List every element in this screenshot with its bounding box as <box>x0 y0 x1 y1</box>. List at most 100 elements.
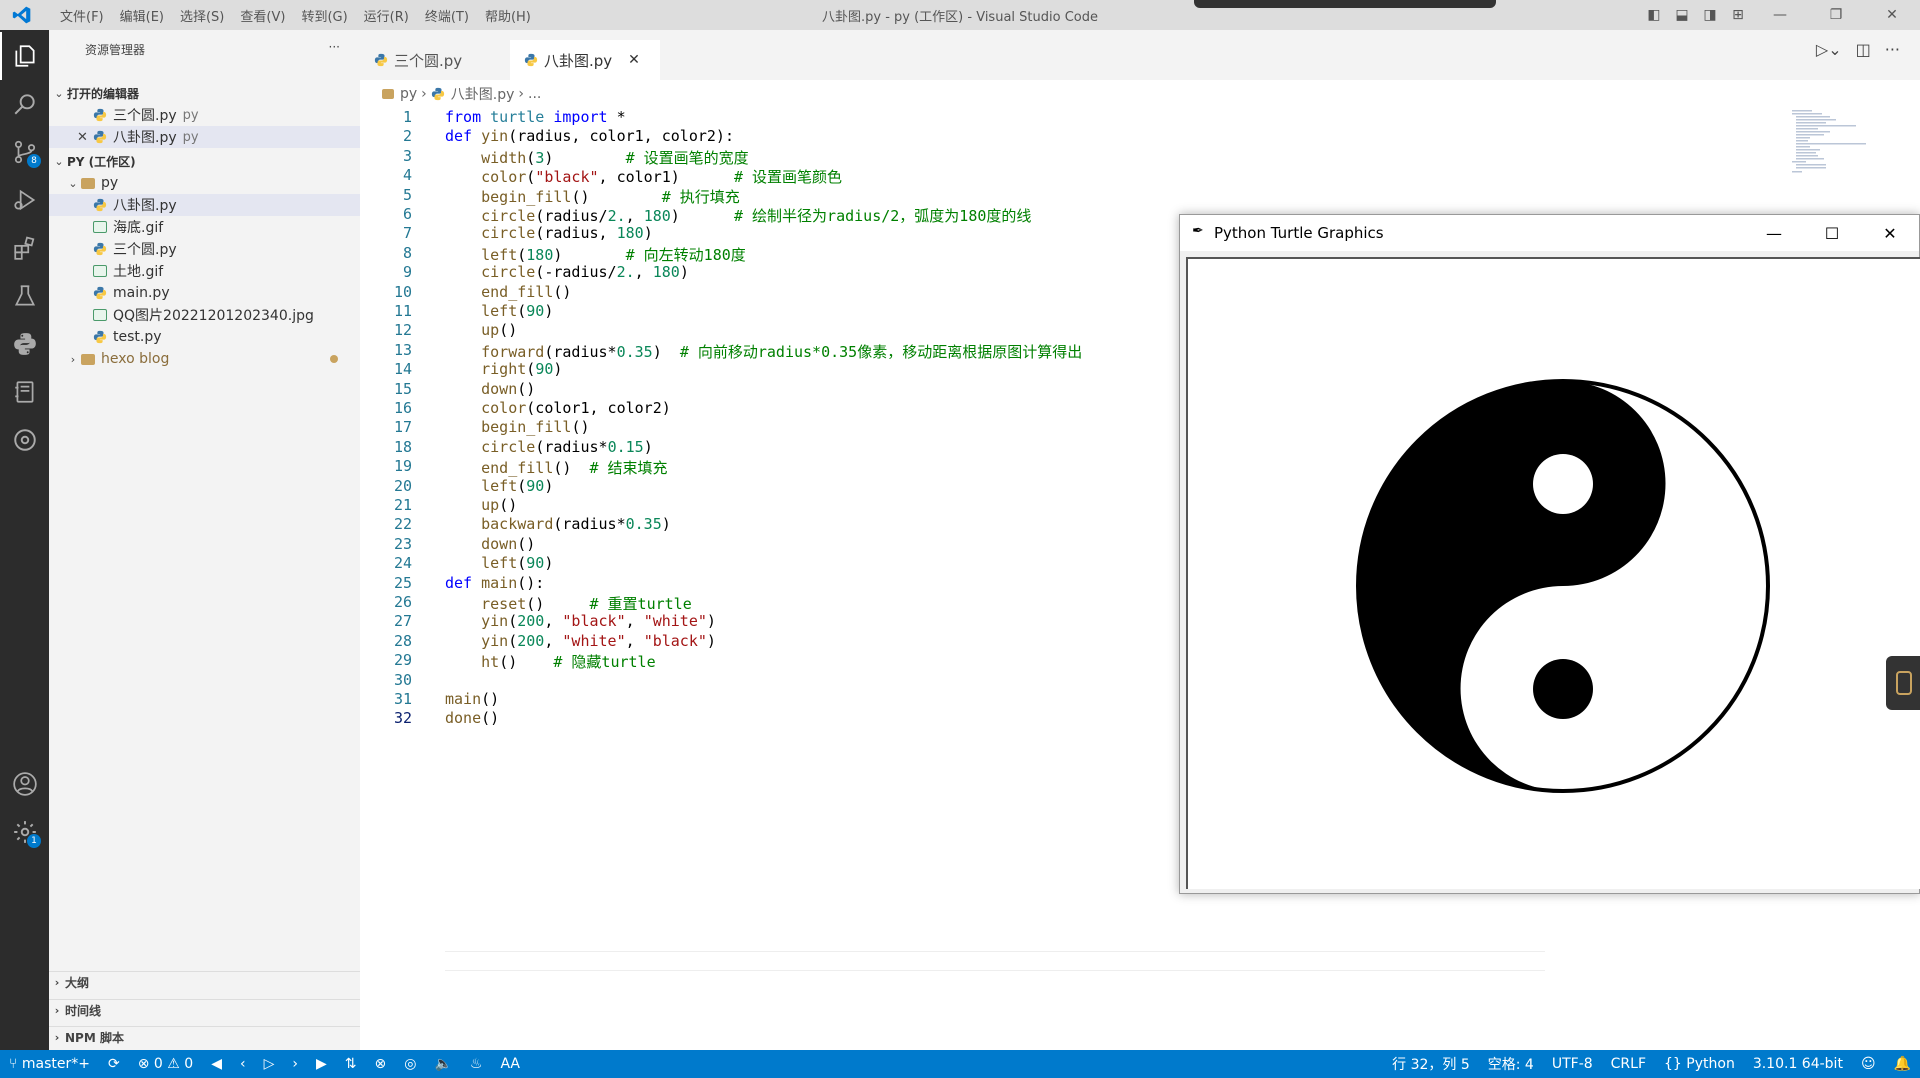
code-line[interactable]: forward(radius*0.35) # 向前移动radius*0.35像素… <box>445 341 1082 362</box>
file-item[interactable]: 八卦图.py <box>49 194 360 216</box>
timeline-section[interactable]: › 时间线 <box>49 999 360 1021</box>
code-line[interactable]: yin(200, "black", "white") <box>445 612 716 630</box>
notebook-icon[interactable] <box>0 368 49 416</box>
cursor-position[interactable]: 行 32，列 5 <box>1383 1054 1479 1074</box>
breadcrumb-symbol[interactable]: ... <box>528 86 541 102</box>
code-line[interactable]: main() <box>445 690 499 708</box>
close-tab-icon[interactable]: ✕ <box>628 52 640 68</box>
minimize-button[interactable]: — <box>1752 7 1808 23</box>
source-control-icon[interactable]: 8 <box>0 128 49 176</box>
code-line[interactable]: end_fill() <box>445 283 571 301</box>
debug-next-icon[interactable]: ▶ <box>307 1056 336 1072</box>
python-icon[interactable] <box>0 320 49 368</box>
code-line[interactable]: yin(200, "white", "black") <box>445 632 716 650</box>
code-line[interactable]: circle(radius*0.15) <box>445 438 653 456</box>
code-line[interactable]: color(color1, color2) <box>445 399 671 417</box>
feedback-icon[interactable]: ☺ <box>1852 1056 1885 1072</box>
menu-view[interactable]: 查看(V) <box>232 6 293 25</box>
encoding[interactable]: UTF-8 <box>1543 1056 1602 1072</box>
code-line[interactable]: color("black", color1) # 设置画笔颜色 <box>445 166 842 187</box>
folder-hexo-blog[interactable]: › hexo blog <box>49 348 360 370</box>
file-item[interactable]: 海底.gif <box>49 216 360 238</box>
code-line[interactable]: reset() # 重置turtle <box>445 593 692 614</box>
tab-san-ge-yuan[interactable]: 三个圆.py <box>360 40 508 80</box>
code-line[interactable]: down() <box>445 535 535 553</box>
floating-widget[interactable] <box>1886 656 1920 710</box>
turtle-close-button[interactable]: ✕ <box>1861 215 1919 251</box>
debug-prev-icon[interactable]: ◀ <box>202 1056 231 1072</box>
code-line[interactable]: end_fill() # 结束填充 <box>445 457 667 478</box>
play-icon[interactable]: ▷ <box>255 1056 284 1072</box>
code-line[interactable]: begin_fill() # 执行填充 <box>445 186 740 207</box>
code-line[interactable]: circle(radius/2., 180) # 绘制半径为radius/2，弧… <box>445 205 1031 226</box>
indentation[interactable]: 空格: 4 <box>1479 1054 1543 1074</box>
remote-icon[interactable] <box>0 416 49 464</box>
step-back-icon[interactable]: ‹ <box>231 1056 255 1072</box>
font-size-indicator[interactable]: AA <box>491 1056 529 1072</box>
open-editors-section[interactable]: ⌄ 打开的编辑器 <box>49 82 360 104</box>
menu-edit[interactable]: 编辑(E) <box>112 6 172 25</box>
settings-gear-icon[interactable]: 1 <box>0 808 49 856</box>
breadcrumb-folder[interactable]: py <box>400 86 417 102</box>
customize-layout-icon[interactable]: ⊞ <box>1724 7 1752 23</box>
file-item[interactable]: 三个圆.py <box>49 238 360 260</box>
code-line[interactable]: left(90) <box>445 302 553 320</box>
code-line[interactable]: def yin(radius, color1, color2): <box>445 127 734 145</box>
code-line[interactable]: up() <box>445 496 517 514</box>
open-editor-item[interactable]: 三个圆.py py <box>49 104 360 126</box>
code-line[interactable]: left(90) <box>445 554 553 572</box>
file-item[interactable]: test.py <box>49 326 360 348</box>
toggle-sidebar-icon[interactable]: ◧ <box>1640 7 1668 23</box>
menu-help[interactable]: 帮助(H) <box>477 6 539 25</box>
sync-off-icon[interactable]: ⇅ <box>336 1056 366 1072</box>
code-line[interactable]: up() <box>445 321 517 339</box>
menu-terminal[interactable]: 终端(T) <box>417 6 477 25</box>
code-line[interactable]: left(180) # 向左转动180度 <box>445 244 746 265</box>
menu-run[interactable]: 运行(R) <box>356 6 417 25</box>
notifications-bell-icon[interactable]: 🔔 <box>1885 1056 1920 1072</box>
workspace-section[interactable]: ⌄ PY (工作区) <box>49 150 360 172</box>
speaker-icon[interactable]: 🔈 <box>425 1056 460 1072</box>
search-icon[interactable] <box>0 80 49 128</box>
more-actions-icon[interactable]: ··· <box>329 40 340 54</box>
toggle-secondary-sidebar-icon[interactable]: ◨ <box>1696 7 1724 23</box>
code-line[interactable]: down() <box>445 380 535 398</box>
folder-py[interactable]: ⌄ py <box>49 172 360 194</box>
code-line[interactable]: backward(radius*0.35) <box>445 515 671 533</box>
code-line[interactable]: circle(-radius/2., 180) <box>445 263 689 281</box>
code-line[interactable]: left(90) <box>445 477 553 495</box>
file-item[interactable]: main.py <box>49 282 360 304</box>
file-item[interactable]: 土地.gif <box>49 260 360 282</box>
outline-section[interactable]: › 大纲 <box>49 971 360 993</box>
npm-scripts-section[interactable]: › NPM 脚本 <box>49 1026 360 1048</box>
restore-button[interactable]: ❐ <box>1808 7 1864 23</box>
menu-selection[interactable]: 选择(S) <box>172 6 232 25</box>
toggle-panel-icon[interactable]: ⬓ <box>1668 7 1696 23</box>
branch-indicator[interactable]: ⑂ master*+ <box>0 1056 99 1072</box>
code-line[interactable]: done() <box>445 709 499 727</box>
code-line[interactable]: ht() # 隐藏turtle <box>445 651 656 672</box>
menu-file[interactable]: 文件(F) <box>52 6 112 25</box>
code-line[interactable]: right(90) <box>445 360 562 378</box>
open-editor-item-active[interactable]: ✕ 八卦图.py py <box>49 126 360 148</box>
close-window-button[interactable]: ✕ <box>1864 7 1920 23</box>
live-share-icon[interactable]: ◎ <box>395 1056 425 1072</box>
code-line[interactable]: width(3) # 设置画笔的宽度 <box>445 147 749 168</box>
file-item[interactable]: QQ图片20221201202340.jpg <box>49 304 360 326</box>
step-forward-icon[interactable]: › <box>283 1056 307 1072</box>
close-editor-icon[interactable]: ✕ <box>77 130 93 145</box>
end-of-line[interactable]: CRLF <box>1602 1056 1655 1072</box>
split-editor-icon[interactable]: ◫ <box>1856 40 1871 59</box>
menu-go[interactable]: 转到(G) <box>293 6 355 25</box>
run-debug-icon[interactable] <box>0 176 49 224</box>
tab-ba-gua-tu[interactable]: 八卦图.py ✕ <box>510 40 660 80</box>
problems-indicator[interactable]: ⊗ 0 ⚠ 0 <box>129 1056 203 1072</box>
run-file-icon[interactable]: ▷⌄ <box>1816 40 1842 59</box>
code-line[interactable]: def main(): <box>445 574 544 592</box>
extensions-icon[interactable] <box>0 224 49 272</box>
more-actions-icon[interactable]: ··· <box>1885 40 1900 59</box>
python-interpreter[interactable]: 3.10.1 64-bit <box>1744 1056 1852 1072</box>
code-line[interactable]: from turtle import * <box>445 108 626 126</box>
code-line[interactable]: circle(radius, 180) <box>445 224 653 242</box>
minimap[interactable] <box>1788 108 1868 174</box>
